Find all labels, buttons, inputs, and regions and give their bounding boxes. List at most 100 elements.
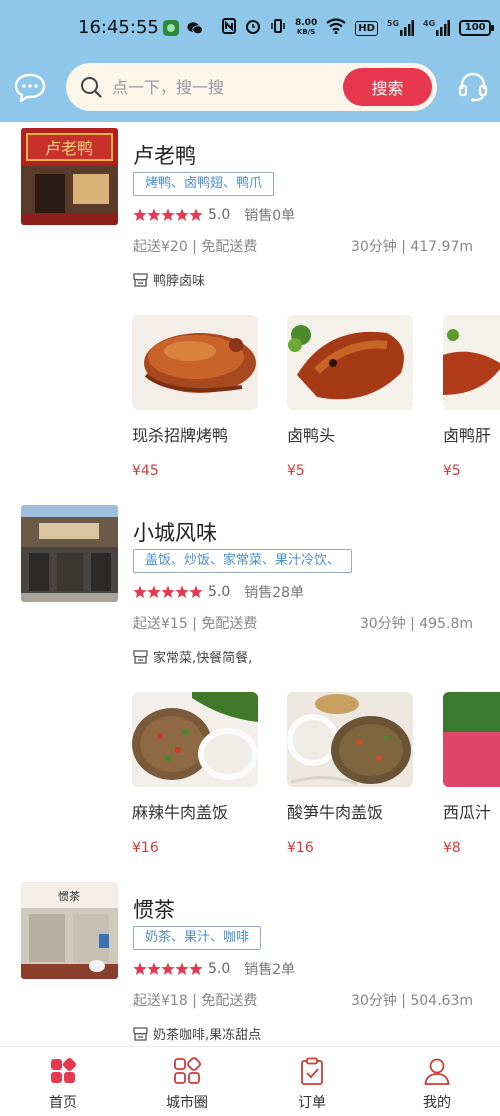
shop-name[interactable]: 惯茶	[133, 894, 175, 924]
nav-label: 我的	[423, 1095, 451, 1111]
star-rating	[133, 962, 203, 976]
dish-image[interactable]	[132, 692, 258, 787]
wechat-icon	[187, 20, 203, 36]
rating-value: 5.0	[208, 961, 231, 977]
shop-thumbnail[interactable]	[21, 505, 118, 602]
wifi-icon	[326, 18, 346, 38]
dish-price: ¥8	[443, 840, 461, 856]
dish-carousel[interactable]: 麻辣牛肉盖饭 ¥16 酸笋牛肉盖饭 ¥16 西瓜汁 ¥8	[132, 692, 500, 882]
order-clipboard-icon	[301, 1057, 323, 1085]
city-circle-icon	[174, 1057, 201, 1084]
rating-row: 5.0 销售2单	[133, 959, 295, 979]
dish-image[interactable]	[287, 315, 413, 410]
dish-image[interactable]	[132, 315, 258, 410]
dish-card[interactable]: 西瓜汁 ¥8	[443, 692, 500, 856]
nav-city-circle[interactable]: 城市圈	[137, 1057, 237, 1112]
nav-label: 订单	[298, 1095, 326, 1111]
dish-image[interactable]	[443, 315, 500, 410]
status-time: 16:45:55	[78, 17, 159, 38]
store-icon	[133, 649, 148, 664]
store-icon	[133, 272, 148, 287]
customer-service-button[interactable]	[456, 70, 490, 104]
eta-distance: 30分钟 | 504.63m	[350, 993, 473, 1009]
sales-count: 销售0单	[244, 208, 296, 224]
headset-icon	[458, 72, 488, 102]
shop-card[interactable]: 小城风味 盖饭、炒饭、家常菜、果汁冷饮、 5.0 销售28单 起送¥15 | 免…	[0, 499, 500, 869]
dish-price: ¥5	[287, 463, 305, 479]
dish-name: 酸笋牛肉盖饭	[287, 803, 384, 822]
nav-label: 首页	[49, 1095, 77, 1111]
search-input[interactable]	[112, 72, 332, 102]
signal-4g-icon: 4G	[423, 20, 451, 36]
rating-row: 5.0 销售0单	[133, 205, 295, 225]
dish-name: 现杀招牌烤鸭	[132, 426, 229, 445]
shop-name[interactable]: 卢老鸭	[133, 140, 196, 170]
nav-orders[interactable]: 订单	[262, 1057, 362, 1112]
delivery-info: 起送¥18 | 免配送费 30分钟 | 504.63m	[133, 990, 473, 1010]
message-button[interactable]	[12, 70, 48, 106]
eta-distance: 30分钟 | 417.97m	[350, 239, 473, 255]
rating-row: 5.0 销售28单	[133, 582, 304, 602]
stars-icon	[133, 208, 203, 221]
dish-card[interactable]: 麻辣牛肉盖饭 ¥16	[132, 692, 258, 856]
dish-carousel[interactable]: 现杀招牌烤鸭 ¥45 卤鸭头 ¥5 卤鸭肝 ¥5	[132, 315, 500, 505]
nfc-icon	[222, 18, 236, 38]
dish-image[interactable]	[443, 692, 500, 787]
hd-badge: HD	[355, 20, 378, 36]
rating-value: 5.0	[208, 584, 231, 600]
battery-indicator: 100	[459, 20, 495, 36]
stars-icon	[133, 585, 203, 598]
shop-category-text: 奶茶咖啡,果冻甜点	[153, 1028, 262, 1043]
stars-icon	[133, 962, 203, 975]
shop-category: 奶茶咖啡,果冻甜点	[133, 1024, 261, 1043]
shop-category-text: 鸭脖卤味	[153, 274, 206, 289]
dish-price: ¥45	[132, 463, 159, 479]
net-speed: 8.00 KB/S	[295, 18, 318, 37]
rating-value: 5.0	[208, 207, 231, 223]
shop-card[interactable]: 惯茶 惯茶 奶茶、果汁、咖啡 5.0 销售2单 起送¥18 | 免配送费 30分…	[0, 876, 500, 1046]
nav-home[interactable]: 首页	[13, 1057, 113, 1112]
svg-text:惯茶: 惯茶	[58, 889, 80, 903]
dish-card[interactable]: 卤鸭头 ¥5	[287, 315, 413, 479]
nav-profile[interactable]: 我的	[387, 1057, 487, 1112]
delivery-info: 起送¥15 | 免配送费 30分钟 | 495.8m	[133, 613, 473, 633]
dish-price: ¥5	[443, 463, 461, 479]
dish-name: 麻辣牛肉盖饭	[132, 803, 229, 822]
delivery-terms: 起送¥20 | 免配送费	[133, 239, 258, 255]
profile-icon	[424, 1058, 450, 1085]
dish-name: 卤鸭肝	[443, 426, 492, 445]
sales-count: 销售28单	[244, 585, 305, 601]
shop-category: 家常菜,快餐简餐,	[133, 647, 252, 666]
shop-name[interactable]: 小城风味	[133, 517, 217, 547]
shop-tags: 奶茶、果汁、咖啡	[133, 926, 262, 950]
sales-count: 销售2单	[244, 962, 296, 978]
status-bar: 16:45:55 8.00 KB/S HD 5G 4G 100	[0, 0, 500, 56]
dish-card[interactable]: 卤鸭肝 ¥5	[443, 315, 500, 479]
vibrate-icon	[270, 18, 286, 38]
star-rating	[133, 208, 203, 222]
dish-price: ¥16	[287, 840, 314, 856]
bottom-nav: 首页 城市圈 订单 我的	[0, 1046, 500, 1116]
dish-image[interactable]	[287, 692, 413, 787]
dish-name: 西瓜汁	[443, 803, 492, 822]
shop-list[interactable]: 卢老鸭 卢老鸭 烤鸭、卤鸭翅、鸭爪 5.0 销售0单 起送¥20 | 免配送费 …	[0, 122, 500, 1046]
shop-thumbnail[interactable]: 惯茶	[21, 882, 118, 979]
shop-card[interactable]: 卢老鸭 卢老鸭 烤鸭、卤鸭翅、鸭爪 5.0 销售0单 起送¥20 | 免配送费 …	[0, 122, 500, 492]
shop-category-text: 家常菜,快餐简餐,	[153, 651, 253, 666]
nav-label: 城市圈	[166, 1095, 208, 1111]
app-header: 16:45:55 8.00 KB/S HD 5G 4G 100 点一下，搜一搜 …	[0, 0, 500, 122]
delivery-terms: 起送¥15 | 免配送费	[133, 616, 258, 632]
delivery-terms: 起送¥18 | 免配送费	[133, 993, 258, 1009]
svg-text:卢老鸭: 卢老鸭	[45, 139, 93, 158]
search-button[interactable]: 搜索	[343, 68, 432, 106]
dish-card[interactable]: 现杀招牌烤鸭 ¥45	[132, 315, 258, 479]
search-bar[interactable]: 搜索	[66, 63, 437, 111]
notification-app-icon	[163, 20, 179, 36]
signal-5g-icon: 5G	[387, 20, 415, 36]
store-icon	[133, 1026, 148, 1041]
shop-thumbnail[interactable]: 卢老鸭	[21, 128, 118, 225]
dish-card[interactable]: 酸笋牛肉盖饭 ¥16	[287, 692, 413, 856]
dish-price: ¥16	[132, 840, 159, 856]
shop-category: 鸭脖卤味	[133, 270, 205, 289]
shop-tags: 盖饭、炒饭、家常菜、果汁冷饮、	[133, 549, 353, 573]
